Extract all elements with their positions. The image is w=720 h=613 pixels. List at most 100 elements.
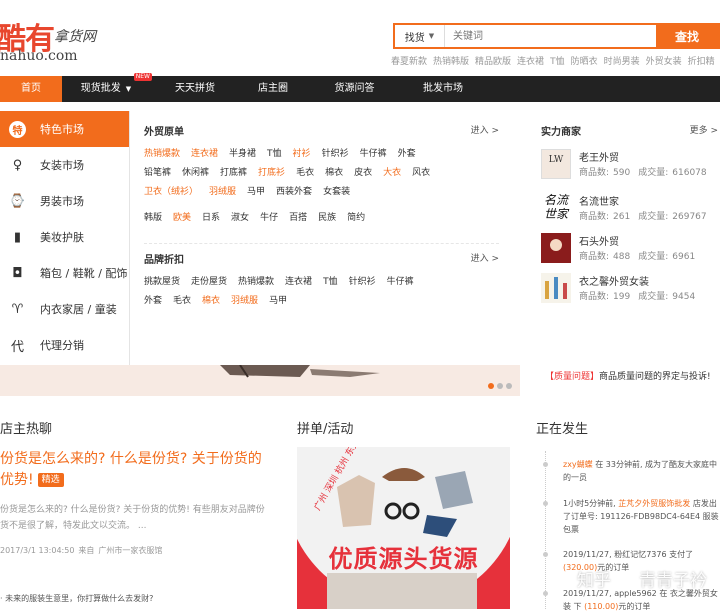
nav-market[interactable]: 批发市场 [403,76,483,102]
category-tag-link[interactable]: 铅笔裤 [144,168,171,178]
carousel-dot[interactable] [506,383,512,389]
category-tag-link[interactable]: 女套装 [323,187,350,197]
category-tag-link[interactable]: 衬衫 [293,149,311,159]
category-tag-link[interactable]: 打底衫 [258,168,285,178]
merchant-card[interactable]: 衣之馨外贸女装 商品数: 199 成交量: 9454 [541,273,720,313]
sidebar-item[interactable]: ⌚ 男装市场 [0,183,129,219]
hot-keyword[interactable]: 外贸女装 [646,57,682,67]
sidebar-item[interactable]: ▮ 美妆护肤 [0,219,129,255]
category-tag-link[interactable]: 外套 [398,149,416,159]
merchant-name: 名流世家 [579,197,619,208]
nav-group-buy[interactable]: 天天拼货 [150,76,240,102]
merchants-more-link[interactable]: 更多 > [690,123,718,136]
category-tag-link[interactable]: 毛衣 [296,168,314,178]
category-tag-link[interactable]: 马甲 [269,296,287,306]
sidebar-item[interactable]: ♈ 内衣家居 / 童装 [0,291,129,327]
nav-shop-circle-label: 店主圈 [258,83,288,94]
section-enter-link[interactable]: 进入 > [471,251,499,264]
category-tag-link[interactable]: 连衣裙 [191,149,218,159]
hot-keyword[interactable]: 精品欧版 [475,57,511,67]
category-tag-link[interactable]: 热销爆款 [144,149,180,159]
category-tag-link[interactable]: 欧美 [173,213,191,223]
feed-item[interactable]: 1小时5分钟前, 芷芃夕外贸服饰批发 店发出了订单号: 191126-FDB98… [543,497,720,536]
category-tag-link[interactable]: 牛仔裤 [387,277,414,287]
hero-banner[interactable] [0,365,520,396]
category-tag-link[interactable]: 毛衣 [173,296,191,306]
category-tag-link[interactable]: 棉衣 [325,168,343,178]
sidebar-item[interactable]: ◘ 箱包 / 鞋靴 / 配饰 [0,255,129,291]
nav-shop-circle[interactable]: 店主圈 [240,76,306,102]
hot-keyword[interactable]: 连衣裙 [517,57,544,67]
hot-keyword[interactable]: 时尚男装 [604,57,640,67]
category-tag-link[interactable]: 挑款屋货 [144,277,180,287]
category-tag-link[interactable]: 民族 [318,213,336,223]
category-tag-link[interactable]: 走份屋货 [191,277,227,287]
category-tag-link[interactable]: 大衣 [383,168,401,178]
hot-keyword[interactable]: T恤 [550,57,565,67]
category-tag-link[interactable]: 日系 [202,213,220,223]
site-logo[interactable]: 酷有 拿货网 nahuo.com [0,14,96,64]
category-tag-link[interactable]: 牛仔裤 [360,149,387,159]
hot-keyword[interactable]: 防晒衣 [571,57,598,67]
category-tag-link[interactable]: 打底裤 [220,168,247,178]
sidebar-item[interactable]: 特 特色市场 [0,111,129,147]
notice-line[interactable]: 【质量问题】商品质量问题的界定与投诉! [545,369,711,382]
category-tag-link[interactable]: 西装外套 [276,187,312,197]
hot-keyword[interactable]: 热销韩版 [433,57,469,67]
category-tag-link[interactable]: 韩版 [144,213,162,223]
category-tag-link[interactable]: 百搭 [289,213,307,223]
merchant-card[interactable]: LW 老王外贸 商品数: 590 成交量: 616078 [541,149,720,189]
sidebar-item[interactable]: 代 代理分销 [0,327,129,363]
category-tag-link[interactable]: 风衣 [412,168,430,178]
sidebar-item[interactable]: ♀ 女装市场 [0,147,129,183]
hot-keyword[interactable]: 折扣精 [688,57,715,67]
feed-user[interactable]: 粉红记忆7376 [614,550,666,559]
category-tag-link[interactable]: 牛仔 [260,213,278,223]
category-tag-link[interactable]: 针织衫 [349,277,376,287]
nav-home[interactable]: 首页 [0,76,62,102]
feed-user[interactable]: 芷芃夕外贸服饰批发 [618,499,690,508]
category-tag-link[interactable]: 简约 [347,213,365,223]
feed-time: 1小时5分钟前, [563,499,616,508]
category-tag-link[interactable]: 热销爆款 [238,277,274,287]
nav-qa[interactable]: 货源问答 [306,76,403,102]
category-tag-link[interactable]: 半身裙 [229,149,256,159]
te-badge-icon: 特 [9,120,26,138]
nav-wholesale[interactable]: 现货批发 ▼ NEW [62,73,152,102]
category-flyout: 外贸原单 进入 > 热销爆款 连衣裙 半身裙 T恤 衬衫 针织衫 牛仔裤 外套 铅笔裤 休闲裤 打底… [131,111,511,365]
category-tag-link[interactable]: 皮衣 [354,168,372,178]
category-tag-link[interactable]: 外套 [144,296,162,306]
category-tag-link[interactable]: 马甲 [247,187,265,197]
feed-item[interactable]: zxy蝴蝶 在 33分钟前, 成为了酷友大家庭中的一员 [543,458,720,484]
user-circle-icon [615,571,635,591]
category-tag-link[interactable]: 连衣裙 [285,277,312,287]
carousel-dot[interactable] [488,383,494,389]
logo-domain: nahuo.com [0,48,78,64]
category-tag-link[interactable]: 棉衣 [202,296,220,306]
sidebar-item-label: 美妆护肤 [40,231,84,244]
carousel-dot[interactable] [497,383,503,389]
post-author[interactable]: 广州市一家衣服馆 [98,546,162,555]
hot-keyword[interactable]: 春夏新款 [391,57,427,67]
featured-post-title[interactable]: 份货是怎么来的? 什么是份货? 关于份货的优势! 精选 [0,449,272,491]
section-enter-link[interactable]: 进入 > [471,123,499,136]
section-title-live: 正在发生 [536,422,589,437]
post-link[interactable]: · 未来的服装生意里，你打算做什么去发财? [0,593,153,604]
category-tag-link[interactable]: T恤 [267,149,282,159]
nav-home-label: 首页 [21,83,41,94]
search-category-select[interactable]: 找货 ▼ [395,25,445,47]
section-title-events: 拼单/活动 [297,422,354,437]
search-input[interactable] [445,25,656,47]
event-poster[interactable]: 广州 深圳 杭州 东大门... 优质源头货源 [297,447,510,609]
category-tag-link[interactable]: 卫衣（绒衫） [144,187,198,197]
feed-user[interactable]: zxy蝴蝶 [563,460,593,469]
category-tag-link[interactable]: 休闲裤 [182,168,209,178]
merchant-card[interactable]: 名流 世家 名流世家 商品数: 261 成交量: 269767 [541,193,720,233]
category-tag-link[interactable]: 针织衫 [322,149,349,159]
category-tag-link[interactable]: 羽绒服 [231,296,258,306]
search-button[interactable]: 查找 [656,25,718,47]
category-tag-link[interactable]: 淑女 [231,213,249,223]
category-tag-link[interactable]: T恤 [323,277,338,287]
merchant-card[interactable]: 石头外贸 商品数: 488 成交量: 6961 [541,233,720,273]
category-tag-link[interactable]: 羽绒服 [209,187,236,197]
